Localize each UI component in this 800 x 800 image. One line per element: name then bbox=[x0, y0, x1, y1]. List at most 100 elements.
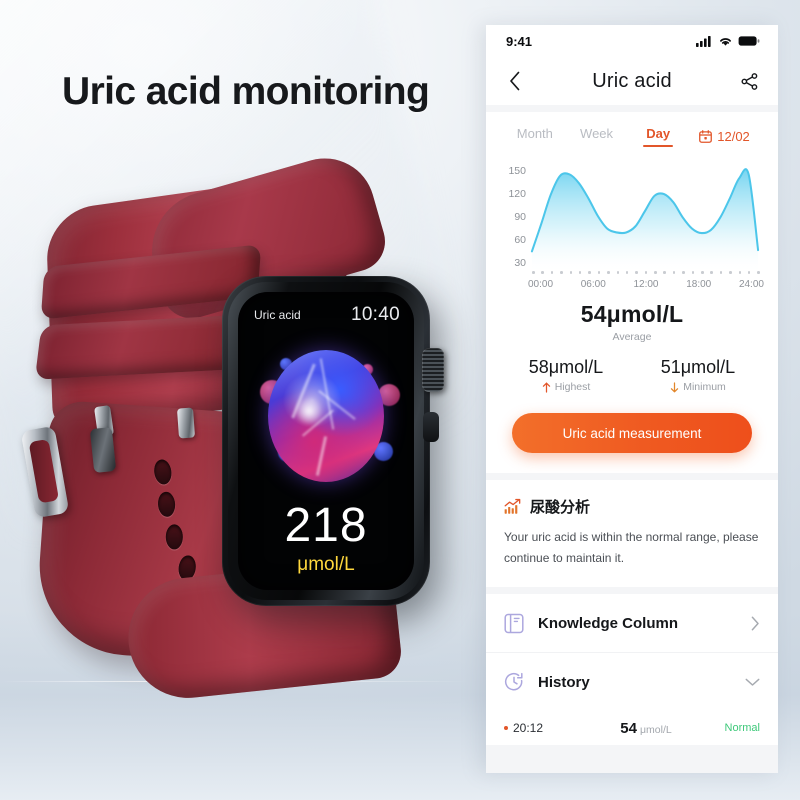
chart-y-axis-labels: 150 120 90 60 30 bbox=[498, 165, 526, 269]
highest-stat: 58μmol/L Highest bbox=[500, 357, 632, 393]
history-entry-row[interactable]: 20:12 54 μmol/L Normal bbox=[486, 711, 778, 745]
x-axis-dot bbox=[710, 271, 713, 274]
period-tabs: Month Week Day 12/02 bbox=[486, 112, 778, 157]
history-value-number: 54 bbox=[620, 719, 637, 737]
chevron-right-icon bbox=[751, 616, 759, 630]
x-axis-dot bbox=[607, 271, 610, 274]
chart-x-axis-labels: 00:00 06:00 12:00 18:00 24:00 bbox=[528, 279, 764, 290]
watch-reading-value: 218 bbox=[284, 499, 368, 552]
x-axis-dot bbox=[682, 271, 685, 274]
watch-screen[interactable]: Uric acid 10:40 218 μmol/L bbox=[238, 292, 414, 590]
y-tick: 150 bbox=[508, 165, 526, 177]
x-axis-dot bbox=[654, 271, 657, 274]
joint-illustration-icon bbox=[268, 350, 384, 482]
status-bar-indicators bbox=[696, 35, 760, 47]
status-bar: 9:41 bbox=[486, 25, 778, 57]
x-axis-dot bbox=[625, 271, 629, 274]
buckle-inner bbox=[28, 438, 60, 504]
x-axis-dot bbox=[588, 271, 591, 274]
chevron-down-icon bbox=[745, 678, 760, 686]
chart-plot-area bbox=[530, 161, 760, 273]
average-stat: 54μmol/L Average bbox=[486, 301, 778, 343]
poster-canvas: Uric acid monitoring Uric acid 10:40 218… bbox=[0, 0, 800, 800]
nav-title: Uric acid bbox=[592, 69, 672, 92]
x-axis-dot bbox=[644, 271, 648, 274]
arrow-up-icon bbox=[542, 382, 550, 393]
arrow-down-icon bbox=[671, 381, 679, 392]
section-divider bbox=[486, 473, 778, 480]
minimum-stat: 51μmol/L Minimum bbox=[632, 357, 764, 393]
page-bottom-spacer bbox=[486, 745, 778, 773]
history-time: 20:12 bbox=[504, 721, 592, 735]
analysis-header: 尿酸分析 bbox=[504, 496, 760, 517]
date-picker[interactable]: 12/02 bbox=[689, 129, 760, 144]
history-value-unit: μmol/L bbox=[639, 723, 672, 736]
menu-list: Knowledge Column History 20:12 54 μmol/L… bbox=[486, 594, 778, 745]
chart-svg bbox=[530, 168, 760, 273]
x-axis-dot bbox=[560, 271, 563, 274]
x-axis-dot bbox=[616, 271, 620, 274]
watch-band-rib bbox=[34, 314, 254, 380]
tab-month[interactable]: Month bbox=[504, 126, 566, 147]
status-badge: Normal bbox=[724, 722, 760, 734]
x-axis-dot bbox=[541, 271, 544, 274]
x-axis-dot bbox=[550, 271, 554, 274]
x-axis-dot bbox=[532, 271, 535, 274]
highest-label: Highest bbox=[554, 381, 591, 393]
x-axis-dot bbox=[578, 271, 582, 274]
band-hole bbox=[157, 491, 176, 518]
uric-acid-chart: 150 120 90 60 30 00:00 06:00 12:00 18:00… bbox=[492, 161, 768, 293]
tab-day[interactable]: Day bbox=[627, 126, 689, 147]
highest-value: 58μmol/L bbox=[528, 357, 604, 377]
watch-screen-header: Uric acid 10:40 bbox=[254, 304, 400, 326]
clock-history-icon bbox=[504, 672, 523, 691]
band-hole bbox=[152, 458, 173, 486]
x-tick: 24:00 bbox=[738, 279, 764, 290]
x-axis-dot bbox=[672, 271, 676, 274]
average-value: 54μmol/L bbox=[580, 301, 684, 327]
page-title: Uric acid monitoring bbox=[62, 70, 430, 113]
back-button[interactable] bbox=[502, 68, 528, 94]
x-tick: 18:00 bbox=[686, 279, 712, 290]
y-tick: 90 bbox=[514, 211, 526, 223]
list-item-history[interactable]: History bbox=[486, 653, 778, 711]
x-axis-dot bbox=[719, 271, 723, 274]
book-icon bbox=[504, 613, 524, 633]
watch-side-button[interactable] bbox=[423, 412, 439, 442]
watch-screen-label: Uric acid bbox=[254, 308, 301, 322]
average-label: Average bbox=[612, 331, 652, 343]
list-item-label: Knowledge Column bbox=[538, 614, 678, 632]
x-tick: 12:00 bbox=[633, 279, 659, 290]
date-value: 12/02 bbox=[717, 129, 750, 144]
phone-app-screen: 9:41 Uric acid Month Week Day 12/02 150 … bbox=[486, 25, 778, 773]
band-hole bbox=[165, 524, 183, 550]
battery-icon bbox=[738, 36, 760, 46]
y-tick: 30 bbox=[514, 257, 526, 269]
smartwatch-product-image: Uric acid 10:40 218 μmol/L bbox=[0, 146, 470, 770]
analysis-text: Your uric acid is within the normal rang… bbox=[504, 530, 759, 565]
y-tick: 120 bbox=[508, 188, 526, 200]
chevron-left-icon bbox=[510, 71, 520, 91]
section-divider bbox=[486, 105, 778, 112]
minimum-value: 51μmol/L bbox=[660, 357, 736, 377]
list-item-knowledge-column[interactable]: Knowledge Column bbox=[486, 594, 778, 653]
chart-x-axis-dots bbox=[532, 271, 760, 274]
share-button[interactable] bbox=[736, 68, 762, 94]
x-axis-dot bbox=[663, 271, 666, 274]
x-axis-dot bbox=[747, 271, 751, 274]
list-item-label: History bbox=[538, 673, 590, 691]
uric-acid-measurement-button[interactable]: Uric acid measurement bbox=[512, 413, 752, 453]
watch-crown[interactable] bbox=[422, 348, 444, 392]
x-axis-dot bbox=[597, 271, 601, 274]
x-axis-dot bbox=[691, 271, 695, 274]
history-time-text: 20:12 bbox=[513, 721, 544, 735]
watch-case: Uric acid 10:40 218 μmol/L bbox=[222, 276, 444, 606]
section-divider bbox=[486, 587, 778, 594]
x-axis-dot bbox=[635, 271, 638, 274]
status-bar-time: 9:41 bbox=[506, 33, 533, 49]
trend-chart-icon bbox=[504, 498, 521, 514]
share-icon bbox=[740, 72, 757, 90]
cellular-icon bbox=[696, 36, 711, 47]
tab-week[interactable]: Week bbox=[566, 126, 628, 147]
calendar-icon bbox=[699, 130, 713, 143]
